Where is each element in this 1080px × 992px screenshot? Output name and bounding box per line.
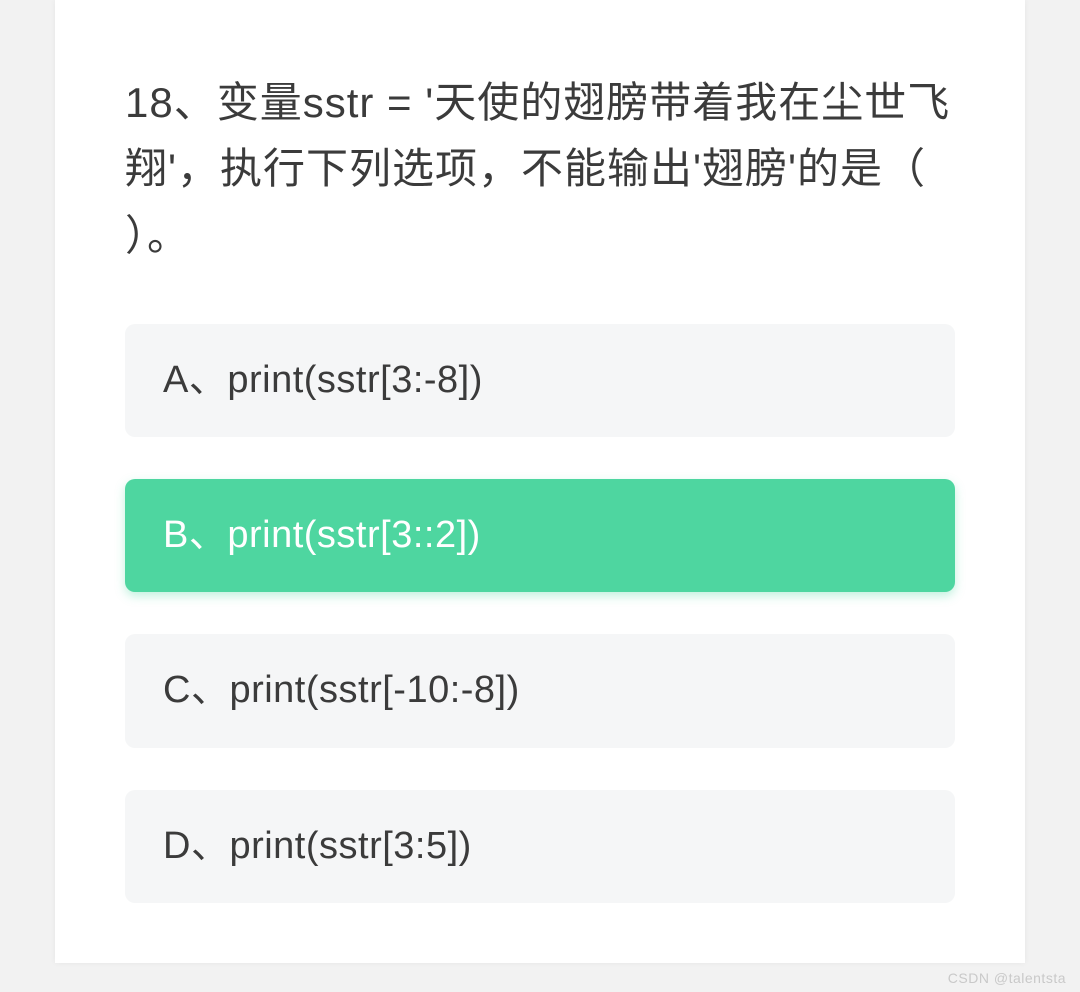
option-b[interactable]: B、print(sstr[3::2]) bbox=[125, 479, 955, 592]
option-c[interactable]: C、print(sstr[-10:-8]) bbox=[125, 634, 955, 747]
question-card: 18、变量sstr = '天使的翅膀带着我在尘世飞翔'，执行下列选项，不能输出'… bbox=[55, 0, 1025, 963]
option-d[interactable]: D、print(sstr[3:5]) bbox=[125, 790, 955, 903]
option-list: A、print(sstr[3:-8]) B、print(sstr[3::2]) … bbox=[125, 324, 955, 903]
watermark-text: CSDN @talentsta bbox=[948, 970, 1066, 986]
question-text: 18、变量sstr = '天使的翅膀带着我在尘世飞翔'，执行下列选项，不能输出'… bbox=[125, 70, 955, 269]
option-a[interactable]: A、print(sstr[3:-8]) bbox=[125, 324, 955, 437]
